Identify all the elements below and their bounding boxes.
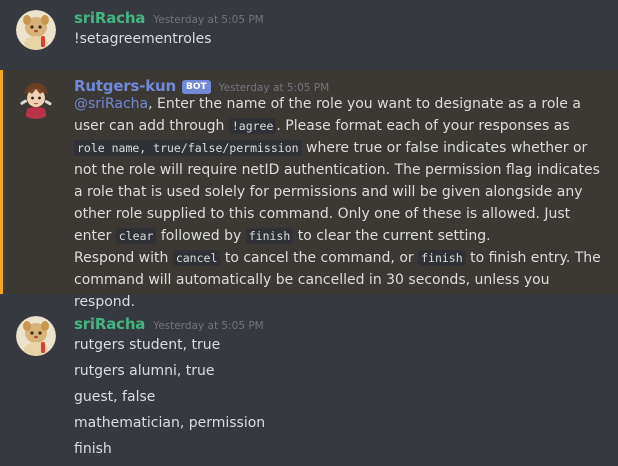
message-header: sriRacha Yesterday at 5:05 PM [74,9,264,27]
inline-code: role name, true/false/permission [74,140,302,156]
user-avatar-icon[interactable] [16,316,56,356]
text-segment: to cancel the command, or [220,250,419,266]
chat-messages: sriRacha Yesterday at 5:05 PM !setagreem… [0,0,618,466]
user-mention[interactable]: @sriRacha [74,96,148,112]
message-text: rutgers alumni, true [74,363,215,379]
message-text: guest, false [74,389,156,405]
text-segment: to clear the current setting. [293,228,491,244]
message-text: @sriRacha, Enter the name of the role yo… [74,93,604,313]
message-group-bot: Rutgers-kun BOT Yesterday at 5:05 PM @sr… [0,70,618,310]
inline-code: cancel [172,250,221,266]
message-header: sriRacha Yesterday at 5:05 PM [74,315,264,333]
inline-code: clear [115,228,157,244]
mention-bar [0,70,3,294]
inline-code: !agree [228,118,277,134]
message-text: mathematician, permission [74,415,266,431]
user-avatar-icon[interactable] [16,10,56,50]
bot-badge: BOT [182,80,211,94]
text-segment: followed by [156,228,246,244]
text-segment: . Please format each of your responses a… [276,118,570,134]
message-text: finish [74,441,112,457]
message-timestamp: Yesterday at 5:05 PM [153,320,264,332]
author-name[interactable]: sriRacha [74,315,145,333]
message-group-srirache-1: sriRacha Yesterday at 5:05 PM !setagreem… [0,0,618,62]
inline-code: finish [245,228,294,244]
bot-avatar-icon[interactable] [16,79,56,119]
message-timestamp: Yesterday at 5:05 PM [153,14,264,26]
inline-code: finish [418,250,466,266]
message-text: !setagreementroles [74,31,212,47]
message-group-srirache-2: sriRacha Yesterday at 5:05 PM rutgers st… [0,308,618,466]
message-text: rutgers student, true [74,337,221,353]
author-name[interactable]: sriRacha [74,9,145,27]
text-segment: Respond with [74,250,173,266]
